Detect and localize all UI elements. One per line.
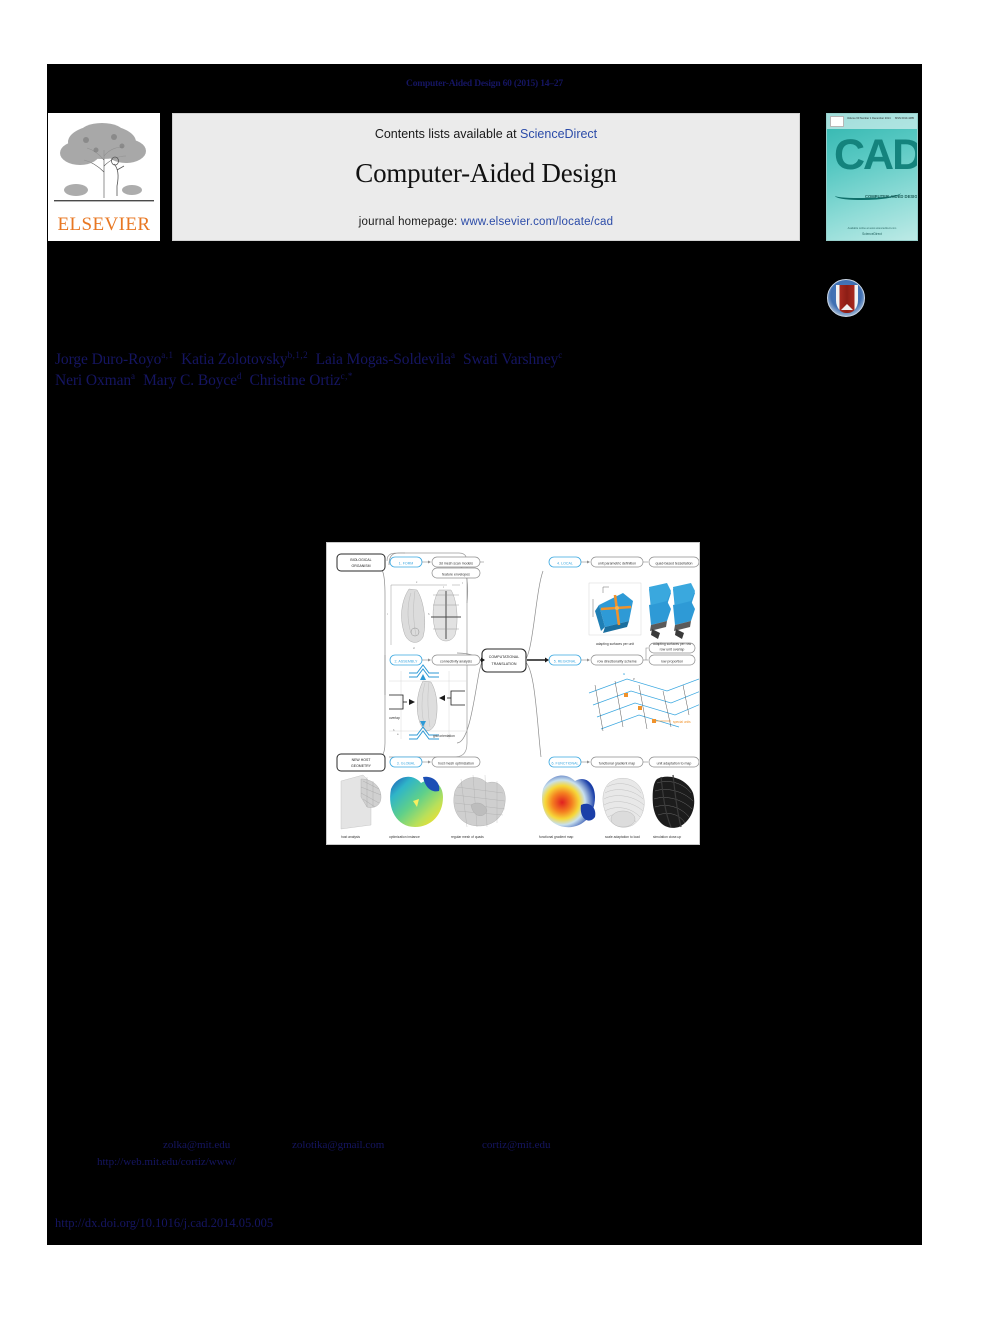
homepage-link[interactable]: www.elsevier.com/locate/cad	[461, 216, 613, 228]
svg-text:COMPUTATIONAL: COMPUTATIONAL	[489, 655, 519, 659]
svg-text:functional gradient map: functional gradient map	[599, 761, 635, 765]
elsevier-tree-icon	[52, 116, 156, 212]
svg-text:TRANSLATION: TRANSLATION	[492, 662, 517, 666]
svg-text:row unit overlap: row unit overlap	[660, 647, 685, 651]
svg-text:ORGANISM: ORGANISM	[351, 564, 370, 568]
author-entry[interactable]: Christine Ortizc,*	[250, 370, 353, 389]
svg-text:special units: special units	[673, 720, 691, 724]
svg-text:row directionality scheme: row directionality scheme	[597, 659, 636, 663]
svg-text:regular mesh of quads: regular mesh of quads	[451, 835, 484, 839]
svg-text:host mesh optimization: host mesh optimization	[438, 761, 474, 765]
svg-text:3. GLOBAL: 3. GLOBAL	[397, 761, 415, 765]
svg-text:1. FORM: 1. FORM	[399, 561, 414, 565]
cover-cad-logo: CAD	[834, 131, 918, 179]
sciencedirect-link[interactable]: ScienceDirect	[520, 127, 597, 141]
svg-text:quad-based tessellation: quad-based tessellation	[656, 561, 693, 565]
svg-text:simulation close-up: simulation close-up	[653, 835, 681, 839]
figure-diagram: COMPUTATIONAL TRANSLATION BIOLOGICAL ORG…	[327, 543, 699, 844]
cover-elsevier-mark	[830, 116, 844, 127]
journal-cover-thumbnail: Volume 60 Number 1 December 2014 ISSN 00…	[826, 113, 918, 241]
svg-text:r: r	[387, 612, 388, 616]
elsevier-wordmark: ELSEVIER	[57, 214, 151, 235]
svg-text:2. ASSEMBLY: 2. ASSEMBLY	[395, 659, 419, 663]
svg-text:feature envelopes: feature envelopes	[442, 572, 470, 576]
author-affiliation-marks: c,*	[340, 370, 353, 381]
journal-band: Contents lists available at ScienceDirec…	[172, 113, 800, 241]
svg-text:4. LOCAL: 4. LOCAL	[557, 561, 573, 565]
cover-tagline: COMPUTER-AIDED DESIGN	[865, 194, 918, 199]
hub-node: COMPUTATIONAL TRANSLATION	[481, 648, 527, 673]
crossmark-badge-icon[interactable]	[827, 279, 865, 317]
cover-footer-brand: ScienceDirect	[862, 232, 882, 236]
graphical-abstract-figure: COMPUTATIONAL TRANSLATION BIOLOGICAL ORG…	[326, 542, 700, 845]
cover-footer-availability: Available online at www.sciencedirect.co…	[847, 227, 897, 230]
email-link-zolotika[interactable]: zolotika@gmail.com	[292, 1137, 384, 1155]
svg-text:functional gradient map: functional gradient map	[539, 835, 573, 839]
author-affiliation-marks: a	[450, 350, 456, 360]
contents-prefix: Contents lists available at	[374, 127, 521, 141]
author-entry[interactable]: Mary C. Boyced	[143, 370, 242, 389]
footnote-links: zolka@mit.edu zolotika@gmail.com cortiz@…	[97, 1137, 887, 1168]
cover-issn-line: ISSN 0010-4485	[894, 117, 914, 120]
svg-text:unit parametric definition: unit parametric definition	[598, 561, 636, 565]
contents-line: Contents lists available at ScienceDirec…	[173, 127, 799, 141]
svg-text:BIOLOGICAL: BIOLOGICAL	[350, 558, 371, 562]
email-link-zolka[interactable]: zolka@mit.edu	[163, 1137, 230, 1155]
svg-text:optimization instance: optimization instance	[389, 835, 420, 839]
crossmark-chevron-icon	[841, 304, 853, 310]
author-affiliation-marks: b,1,2	[287, 350, 309, 360]
author-list: Jorge Duro-Royoa,1 Katia Zolotovskyb,1,2…	[55, 350, 815, 392]
elsevier-logo: ELSEVIER	[48, 113, 160, 241]
author-affiliation-marks: a,1	[161, 350, 174, 360]
article-page: Computer-Aided Design 60 (2015) 14–27 EL…	[0, 0, 992, 1323]
homepage-line: journal homepage: www.elsevier.com/locat…	[173, 216, 799, 228]
svg-text:host analysis: host analysis	[341, 835, 360, 839]
author-entry[interactable]: Neri Oxmana	[55, 370, 136, 389]
svg-text:overlap: overlap	[389, 716, 400, 720]
email-link-cortiz[interactable]: cortiz@mit.edu	[482, 1137, 550, 1155]
svg-text:scale adaptation to load: scale adaptation to load	[605, 835, 640, 839]
journal-masthead: ELSEVIER Contents lists available at Sci…	[47, 113, 922, 241]
svg-text:unit adaptation to map: unit adaptation to map	[657, 761, 692, 765]
svg-text:5. REGIONAL: 5. REGIONAL	[554, 659, 577, 663]
svg-text:GEOMETRY: GEOMETRY	[351, 764, 372, 768]
author-affiliation-marks: c	[558, 350, 563, 360]
author-entry[interactable]: Jorge Duro-Royoa,1	[55, 350, 174, 368]
svg-text:row proportion: row proportion	[661, 659, 683, 663]
doi-link[interactable]: http://dx.doi.org/10.1016/j.cad.2014.05.…	[55, 1216, 273, 1231]
running-head: Computer-Aided Design 60 (2015) 14–27	[406, 79, 563, 89]
journal-title: Computer-Aided Design	[355, 158, 617, 188]
svg-text:3d mesh scan models: 3d mesh scan models	[439, 561, 473, 565]
homepage-prefix: journal homepage:	[358, 216, 461, 228]
svg-text:adapting surfaces per row: adapting surfaces per row	[653, 642, 692, 646]
svg-text:6. FUNCTIONAL: 6. FUNCTIONAL	[552, 761, 579, 765]
svg-text:NEW HOST: NEW HOST	[352, 758, 372, 762]
scanned-article-sheet: Computer-Aided Design 60 (2015) 14–27 EL…	[47, 64, 922, 1245]
author-entry[interactable]: Laia Mogas-Soldevilaa	[316, 350, 456, 368]
exit-node: NEW HOST GEOMETRY	[336, 753, 386, 772]
author-line-1: Jorge Duro-Royoa,1 Katia Zolotovskyb,1,2…	[55, 350, 815, 371]
svg-text:adapting surfaces per unit: adapting surfaces per unit	[596, 642, 634, 646]
cover-volume-line: Volume 60 Number 1 December 2014	[847, 117, 891, 120]
svg-text:v: v	[633, 677, 635, 681]
author-entry[interactable]: Katia Zolotovskyb,1,2	[181, 350, 309, 368]
author-line-2: Neri Oxmana Mary C. Boyced Christine Ort…	[55, 371, 815, 392]
svg-text:connectivity analysis: connectivity analysis	[440, 659, 472, 663]
svg-text:u: u	[623, 671, 625, 676]
svg-text:grid orientation: grid orientation	[433, 734, 455, 738]
author-affiliation-marks: a	[131, 370, 136, 381]
homepage-link-cortiz[interactable]: http://web.mit.edu/cortiz/www/	[97, 1154, 236, 1172]
entry-node: BIOLOGICAL ORGANISM	[336, 553, 386, 572]
author-entry[interactable]: Swati Varshneyc	[463, 350, 563, 368]
footnote-email-row: zolka@mit.edu zolotika@gmail.com cortiz@…	[97, 1137, 887, 1154]
author-affiliation-marks: d	[236, 370, 242, 381]
